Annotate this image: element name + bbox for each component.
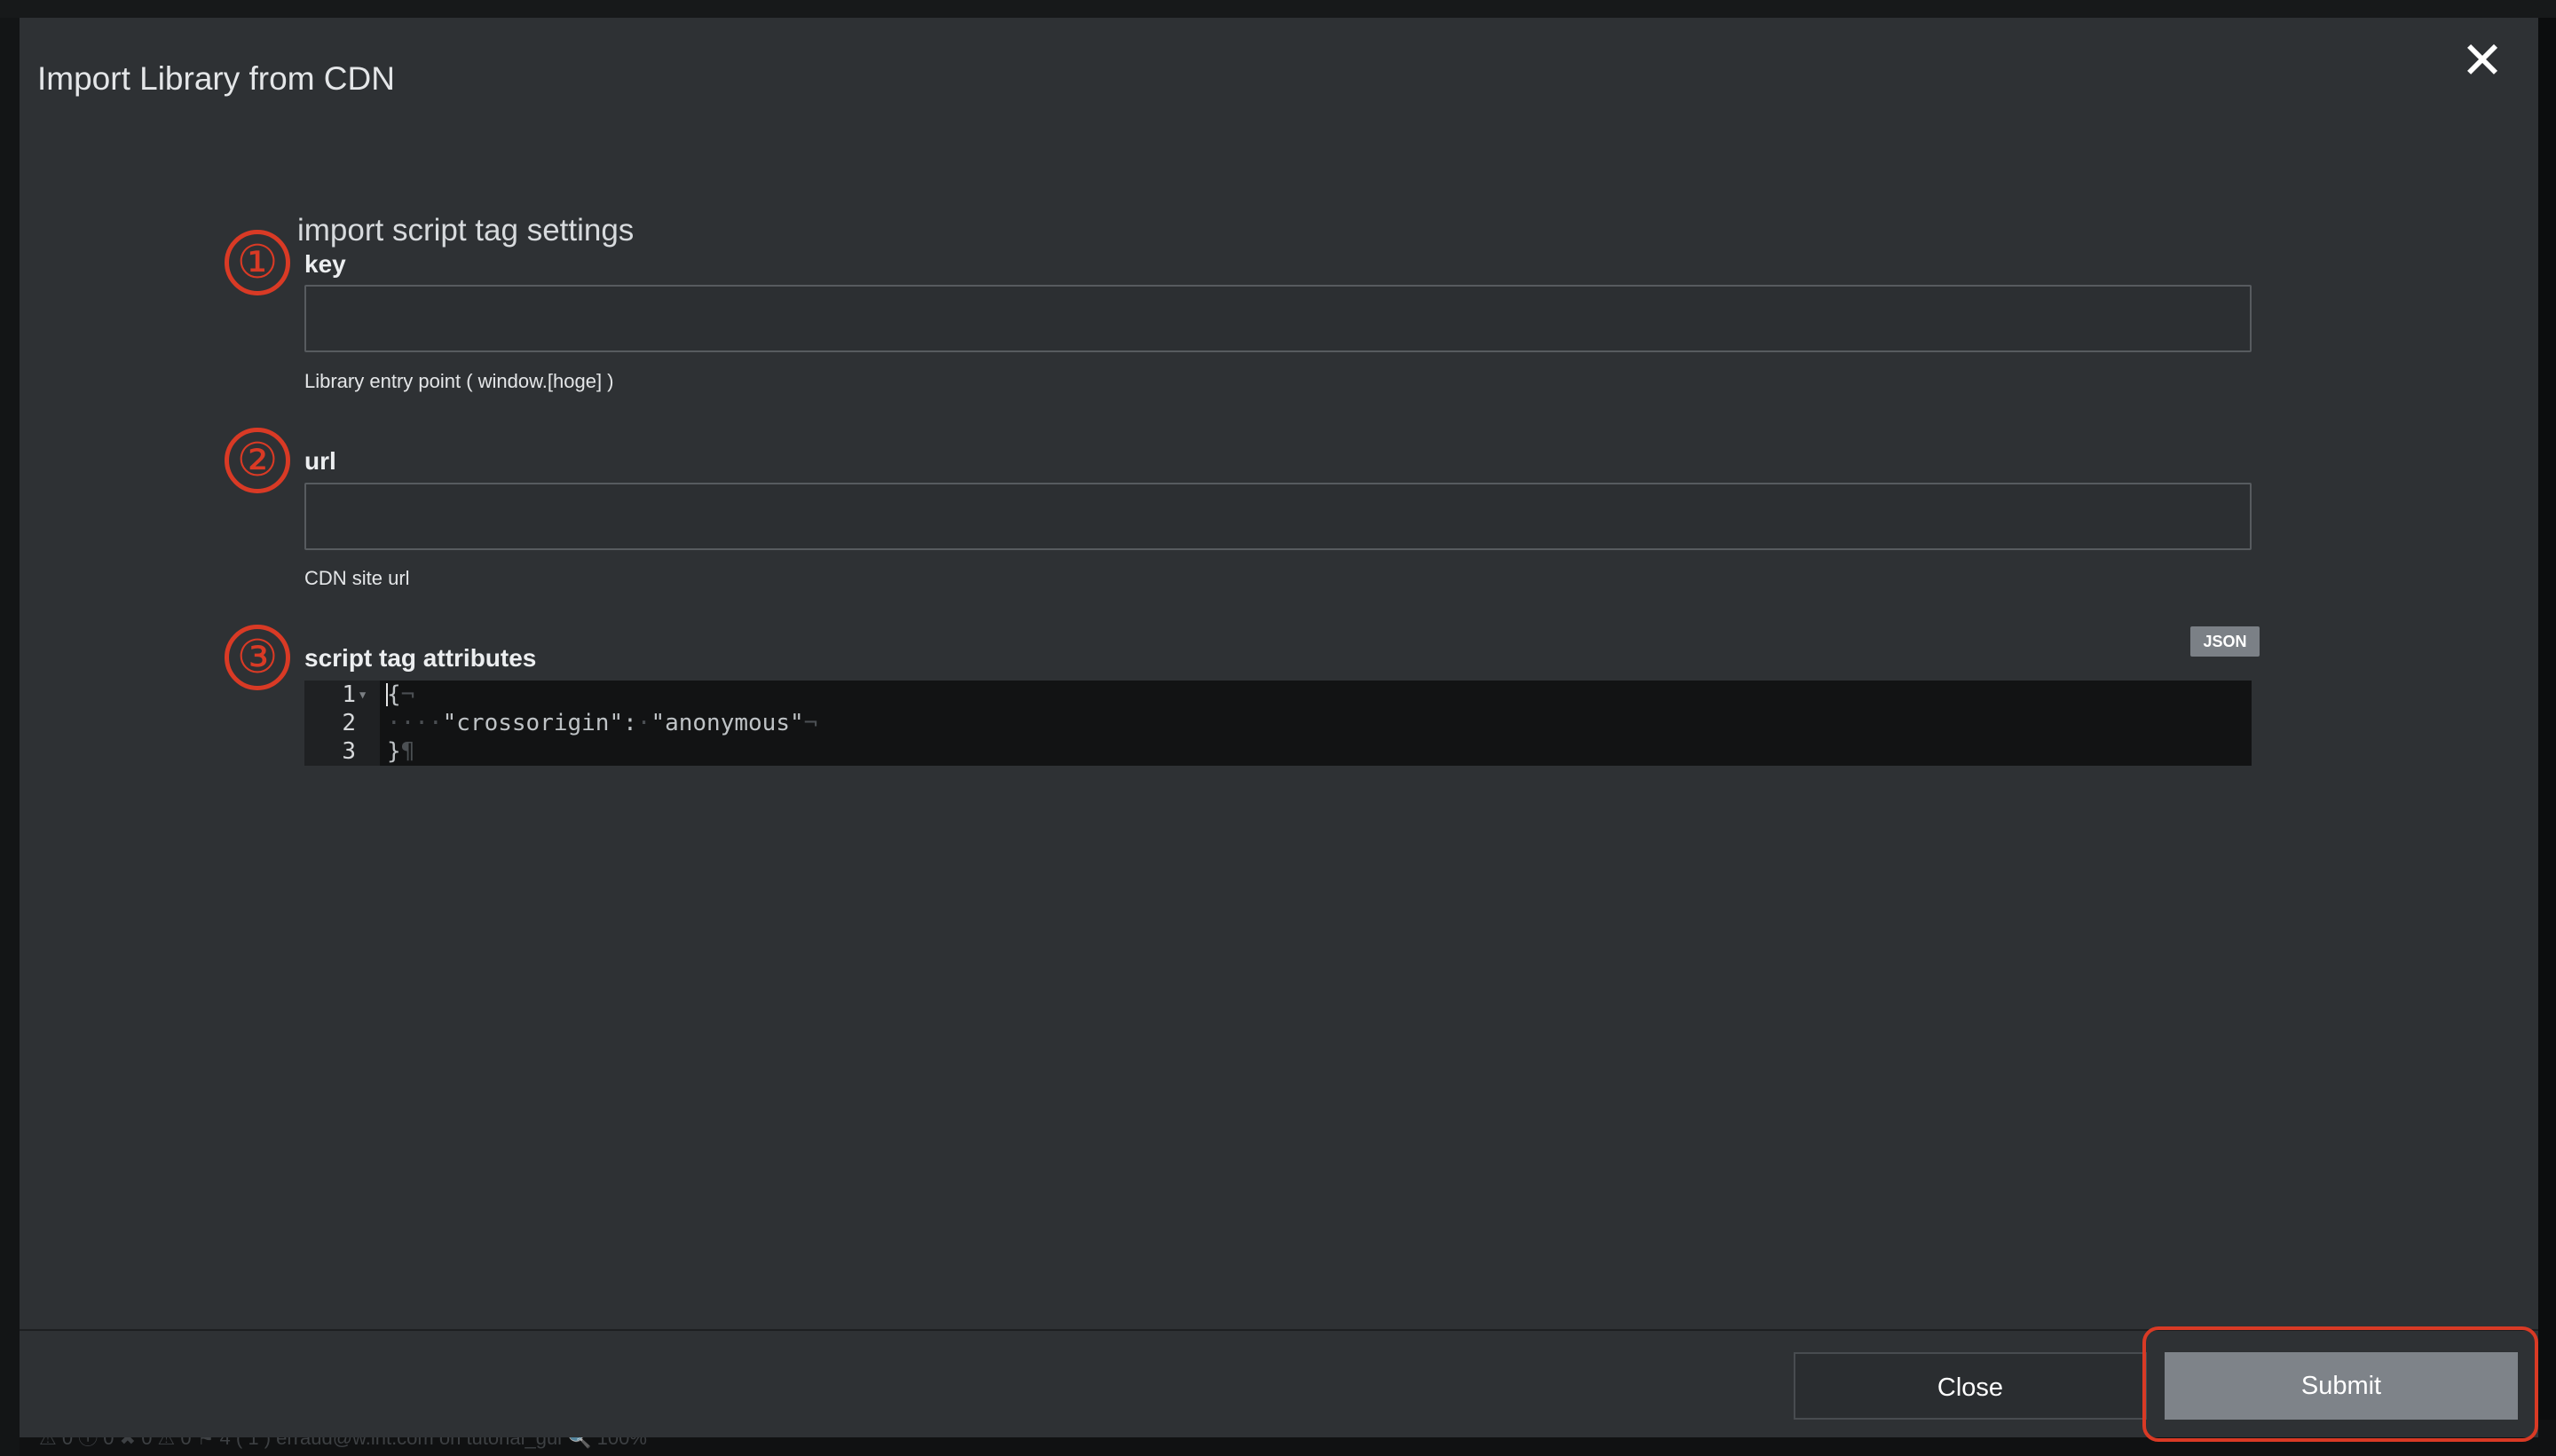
background-app-topbar [0,0,2556,18]
code-line-text: }¶ [387,738,415,765]
submit-button[interactable]: Submit [2165,1352,2518,1420]
url-label: url [304,447,336,475]
url-help-text: CDN site url [304,567,410,589]
url-input[interactable] [304,483,2252,550]
section-heading: import script tag settings [297,213,635,248]
close-icon[interactable]: ✕ [2456,34,2509,87]
annotation-marker-3: ③ [225,625,290,690]
import-library-dialog: Import Library from CDN ✕ import script … [20,18,2538,1442]
json-code-editor[interactable]: 1 ▼ {¬ 2 ····"crossorigin":·"anonymous"¬… [304,681,2252,766]
editor-line-2: 2 ····"crossorigin":·"anonymous"¬ [304,709,2252,737]
key-input[interactable] [304,285,2252,352]
line-number: 3 [342,738,356,765]
line-number: 2 [342,710,356,736]
code-line-text: {¬ [387,681,415,708]
annotation-marker-2: ② [225,428,290,493]
editor-line-1: 1 ▼ {¬ [304,681,2252,709]
fold-arrow-icon[interactable]: ▼ [359,689,366,700]
annotation-marker-1: ① [225,230,290,295]
footer-divider [20,1329,2538,1331]
json-mode-badge[interactable]: JSON [2190,626,2260,657]
script-tag-attributes-label: script tag attributes [304,644,537,672]
editor-line-3: 3 }¶ [304,737,2252,766]
key-label: key [304,250,346,278]
key-help-text: Library entry point ( window.[hoge] ) [304,370,614,392]
dialog-title: Import Library from CDN [37,60,395,97]
line-number: 1 [342,681,356,708]
close-button[interactable]: Close [1794,1352,2147,1420]
text-cursor [386,683,388,706]
background-app-sidebar [0,18,20,1456]
code-line-text: ····"crossorigin":·"anonymous"¬ [387,710,818,736]
